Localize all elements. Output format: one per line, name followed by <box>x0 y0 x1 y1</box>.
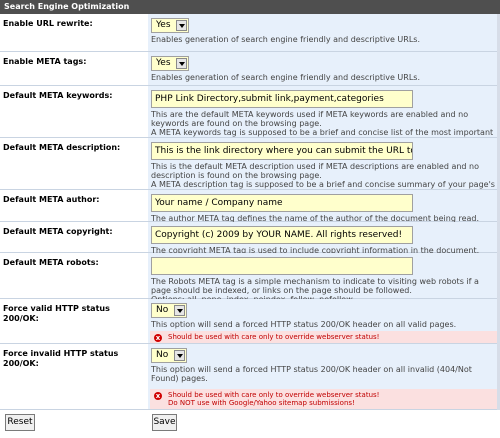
url-rewrite-select[interactable]: Yes <box>151 18 189 33</box>
meta-author-input[interactable]: Your name / Company name <box>151 194 413 212</box>
meta-tags-select[interactable]: Yes <box>151 56 189 71</box>
meta-robots-input[interactable] <box>151 257 413 275</box>
row-invalid-status: Force invalid HTTP status 200/OK: No Thi… <box>0 344 500 410</box>
value-cell-meta-description: This is the link directory where you can… <box>148 138 500 198</box>
label-url-rewrite: Enable URL rewrite: <box>0 14 148 51</box>
url-rewrite-desc: Enables generation of search engine frie… <box>151 35 420 44</box>
meta-copyright-input[interactable]: Copyright (c) 2009 by YOUR NAME. All rig… <box>151 226 413 244</box>
reset-button[interactable]: Reset <box>5 414 35 431</box>
meta-keywords-input[interactable]: PHP Link Directory,submit link,payment,c… <box>151 90 413 108</box>
valid-status-warning-text: Should be used with care only to overrid… <box>168 333 380 341</box>
value-cell-meta-tags: Yes Enables generation of search engine … <box>148 52 500 85</box>
label-meta-robots: Default META robots: <box>0 253 148 298</box>
error-icon: x <box>154 334 162 342</box>
error-icon: x <box>154 392 162 400</box>
row-meta-tags: Enable META tags: Yes Enables generation… <box>0 52 500 86</box>
chevron-down-icon[interactable] <box>174 305 185 316</box>
chevron-down-icon[interactable] <box>176 20 187 31</box>
label-meta-author: Default META author: <box>0 190 148 221</box>
invalid-status-warning: x Should be used with care only to overr… <box>150 389 498 409</box>
meta-tags-select-value: Yes <box>156 58 171 68</box>
invalid-status-desc: This option will send a forced HTTP stat… <box>151 365 472 383</box>
label-invalid-status: Force invalid HTTP status 200/OK: <box>0 344 148 409</box>
label-meta-keywords: Default META keywords: <box>0 86 148 137</box>
valid-status-select[interactable]: No <box>151 303 187 318</box>
invalid-status-warning-text-2: Do NOT use with Google/Yahoo sitemap sub… <box>168 399 355 407</box>
chevron-down-icon[interactable] <box>174 350 185 361</box>
row-url-rewrite: Enable URL rewrite: Yes Enables generati… <box>0 14 500 52</box>
row-meta-author: Default META author: Your name / Company… <box>0 190 500 223</box>
label-meta-tags: Enable META tags: <box>0 52 148 85</box>
value-cell-meta-author: Your name / Company name The author META… <box>148 190 500 223</box>
invalid-status-warning-text-1: Should be used with care only to overrid… <box>168 391 380 399</box>
invalid-status-select[interactable]: No <box>151 348 187 363</box>
url-rewrite-select-value: Yes <box>156 20 171 30</box>
chevron-down-icon[interactable] <box>176 58 187 69</box>
row-valid-status: Force valid HTTP status 200/OK: No This … <box>0 299 500 344</box>
section-header: Search Engine Optimization <box>0 0 500 14</box>
valid-status-warning: x Should be used with care only to overr… <box>150 331 498 343</box>
value-cell-url-rewrite: Yes Enables generation of search engine … <box>148 14 500 51</box>
value-cell-meta-copyright: Copyright (c) 2009 by YOUR NAME. All rig… <box>148 222 500 255</box>
value-cell-meta-keywords: PHP Link Directory,submit link,payment,c… <box>148 86 500 146</box>
label-valid-status: Force valid HTTP status 200/OK: <box>0 299 148 343</box>
valid-status-desc: This option will send a forced HTTP stat… <box>151 320 457 329</box>
row-meta-keywords: Default META keywords: PHP Link Director… <box>0 86 500 146</box>
row-meta-copyright: Default META copyright: Copyright (c) 20… <box>0 222 500 255</box>
invalid-status-select-value: No <box>156 350 169 360</box>
label-meta-description: Default META description: <box>0 138 148 189</box>
row-meta-robots: Default META robots: The Robots META tag… <box>0 253 500 304</box>
save-button[interactable]: Save <box>152 414 177 431</box>
label-meta-copyright: Default META copyright: <box>0 222 148 252</box>
button-row: Reset Save <box>0 410 500 438</box>
value-cell-meta-robots: The Robots META tag is a simple mechanis… <box>148 253 500 304</box>
meta-description-input[interactable]: This is the link directory where you can… <box>151 142 413 160</box>
valid-status-select-value: No <box>156 305 169 315</box>
row-meta-description: Default META description: This is the li… <box>0 138 500 198</box>
meta-tags-desc: Enables generation of search engine frie… <box>151 73 420 82</box>
